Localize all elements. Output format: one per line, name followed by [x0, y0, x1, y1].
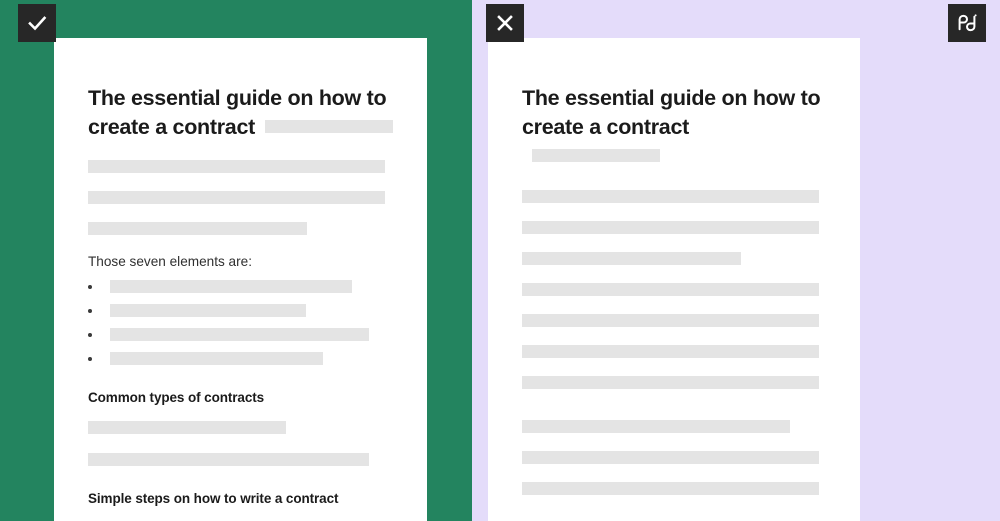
- body-skeleton-bar: [522, 345, 819, 358]
- paragraph-skeleton-bar: [88, 222, 307, 235]
- section-heading-common-types: Common types of contracts: [88, 390, 265, 405]
- title-skeleton-bar: [264, 120, 393, 134]
- body-skeleton-bar: [522, 283, 819, 296]
- list-item-skeleton-bar: [110, 280, 352, 293]
- body-skeleton-bar: [522, 190, 819, 203]
- body-skeleton-bar: [522, 376, 819, 389]
- section-heading-simple-steps: Simple steps on how to write a contract: [88, 491, 339, 506]
- body-skeleton-bar: [522, 252, 741, 265]
- panel-bad-example: The essential guide on how to create a c…: [472, 0, 1000, 521]
- list-intro-text: Those seven elements are:: [88, 254, 252, 269]
- pandadoc-logo-icon: [948, 4, 986, 42]
- list-item: [88, 280, 393, 293]
- body-skeleton-bar: [522, 451, 819, 464]
- list-item-skeleton-bar: [110, 304, 306, 317]
- title-skeleton-bar: [532, 149, 660, 163]
- bullet-icon: [88, 284, 92, 289]
- list-item: [88, 304, 393, 317]
- list-item-skeleton-bar: [110, 328, 369, 341]
- element-list: [88, 280, 393, 365]
- body-skeleton-bar: [522, 482, 819, 495]
- paragraph-skeleton-bar: [88, 191, 385, 204]
- paragraph-skeleton-bar: [88, 160, 385, 173]
- cross-icon: [486, 4, 524, 42]
- bullet-icon: [88, 332, 92, 337]
- panel-good-example: The essential guide on how to create a c…: [0, 0, 472, 521]
- bullet-icon: [88, 308, 92, 313]
- document-card-good: The essential guide on how to create a c…: [54, 38, 427, 521]
- list-item: [88, 352, 393, 365]
- check-icon: [18, 4, 56, 42]
- document-title-good: The essential guide on how to create a c…: [88, 84, 393, 142]
- title-line-2: create a contract: [88, 115, 255, 139]
- body-skeleton-bar: [522, 314, 819, 327]
- document-card-bad: The essential guide on how to create a c…: [488, 38, 860, 521]
- bullet-icon: [88, 356, 92, 361]
- body-skeleton-bar: [522, 221, 819, 234]
- comparison-stage: The essential guide on how to create a c…: [0, 0, 1000, 521]
- section-skeleton-bar: [88, 421, 286, 434]
- title-line-1: The essential guide on how to: [88, 86, 387, 110]
- title-line-2: create a contract: [522, 115, 689, 139]
- title-line-1: The essential guide on how to: [522, 86, 821, 110]
- list-item: [88, 328, 393, 341]
- section-skeleton-bar: [88, 453, 369, 466]
- list-item-skeleton-bar: [110, 352, 323, 365]
- body-skeleton-bar: [522, 420, 790, 433]
- document-title-bad: The essential guide on how to create a c…: [522, 84, 826, 171]
